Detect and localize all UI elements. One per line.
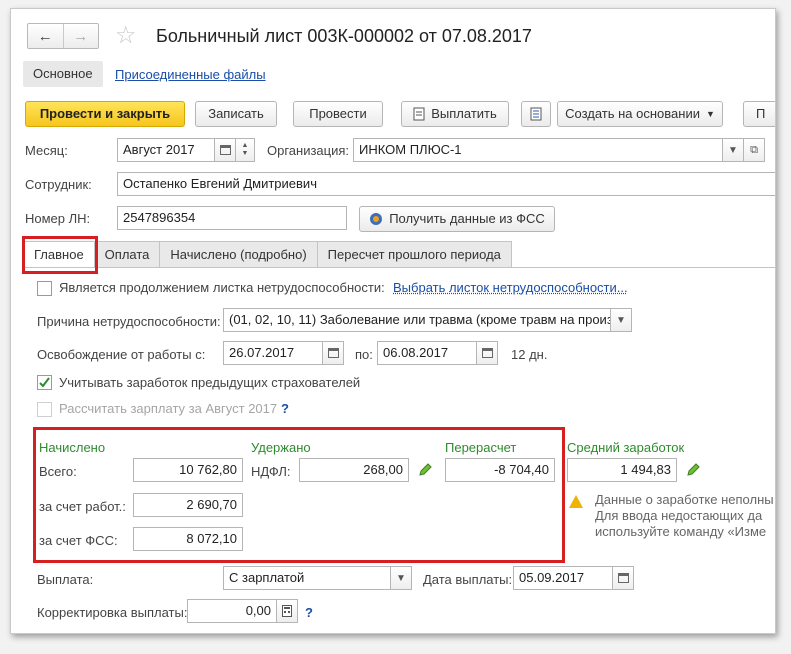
payout-adjust-help-icon[interactable]: ?	[305, 605, 313, 620]
report-button[interactable]	[521, 101, 551, 127]
fss-logo-icon	[370, 213, 383, 225]
employee-field[interactable]: Остапенко Евгений Дмитриевич	[117, 172, 775, 196]
earnings-warning: Данные о заработке неполны Для ввода нед…	[595, 492, 774, 540]
reason-label: Причина нетрудоспособности:	[37, 314, 221, 329]
release-from-field[interactable]: 26.07.2017	[223, 341, 323, 365]
warning-icon	[569, 495, 583, 508]
warning-line-3: используйте команду «Изме	[595, 524, 767, 539]
payout-date-field[interactable]: 05.09.2017	[513, 566, 613, 590]
post-button[interactable]: Провести	[293, 101, 383, 127]
prev-employers-checkbox[interactable]	[37, 375, 52, 390]
continuation-label: Является продолжением листка нетрудоспос…	[59, 280, 385, 295]
favorite-star-icon[interactable]: ☆	[115, 23, 137, 49]
average-earnings-field[interactable]: 1 494,83	[567, 458, 677, 482]
document-window: ← → ☆ Больничный лист 003К-000002 от 07.…	[10, 8, 776, 634]
tab-payment[interactable]: Оплата	[94, 241, 161, 268]
calendar-icon	[481, 348, 493, 358]
calculator-icon	[282, 605, 292, 617]
tab-main[interactable]: Основное	[23, 61, 103, 87]
sick-leave-number-field[interactable]: 2547896354	[117, 206, 347, 230]
payout-field[interactable]: С зарплатой	[223, 566, 391, 590]
month-field[interactable]: Август 2017	[117, 138, 215, 162]
payout-adjust-calculator-button[interactable]	[276, 599, 298, 623]
payout-label: Выплата:	[37, 572, 94, 587]
warning-line-1: Данные о заработке неполны	[595, 492, 774, 507]
create-based-on-button[interactable]: Создать на основании ▼	[557, 101, 723, 127]
pay-button-label: Выплатить	[431, 106, 497, 121]
get-fss-data-button[interactable]: Получить данные из ФСС	[359, 206, 555, 232]
calendar-icon	[327, 348, 339, 358]
get-fss-data-label: Получить данные из ФСС	[389, 211, 545, 226]
calendar-icon	[617, 573, 629, 583]
average-earnings-header: Средний заработок	[567, 440, 685, 455]
release-to-calendar-button[interactable]	[476, 341, 498, 365]
totals-highlight	[33, 427, 565, 563]
organization-field[interactable]: ИНКОМ ПЛЮС-1	[353, 138, 723, 162]
open-icon: ⧉	[750, 143, 758, 156]
checkmark-icon	[39, 377, 50, 388]
reason-field[interactable]: (01, 02, 10, 11) Заболевание или травма …	[223, 308, 611, 332]
select-sick-leave-link[interactable]: Выбрать листок нетрудоспособности...	[393, 280, 628, 295]
release-to-field[interactable]: 06.08.2017	[377, 341, 477, 365]
release-from-label: Освобождение от работы с:	[37, 347, 206, 362]
forward-button[interactable]: →	[62, 24, 99, 48]
list-report-icon	[530, 107, 542, 121]
create-based-on-label: Создать на основании	[565, 106, 700, 121]
organization-label: Организация:	[267, 143, 350, 158]
printer-doc-icon	[413, 107, 425, 121]
more-button[interactable]: П	[743, 101, 775, 127]
month-label: Месяц:	[25, 143, 68, 158]
month-calendar-button[interactable]	[214, 138, 236, 162]
calc-salary-help-icon[interactable]: ?	[281, 401, 289, 416]
payout-adjust-label: Корректировка выплаты:	[37, 605, 188, 620]
release-to-label: по:	[355, 347, 373, 362]
payout-dropdown-button[interactable]: ▼	[390, 566, 412, 590]
organization-dropdown-button[interactable]: ▼	[722, 138, 744, 162]
dropdown-arrow-icon: ▼	[705, 109, 715, 119]
tab-attached-files[interactable]: Присоединенные файлы	[115, 67, 266, 82]
tab-recalculation[interactable]: Пересчет прошлого периода	[317, 241, 512, 268]
post-and-close-button[interactable]: Провести и закрыть	[25, 101, 185, 127]
warning-line-2: Для ввода недостающих да	[595, 508, 763, 523]
pay-button[interactable]: Выплатить	[401, 101, 509, 127]
continuation-checkbox[interactable]	[37, 281, 52, 296]
payout-date-label: Дата выплаты:	[423, 572, 513, 587]
calc-salary-label: Рассчитать зарплату за Август 2017	[59, 401, 278, 416]
tab-accrued-detailed[interactable]: Начислено (подробно)	[160, 241, 318, 268]
back-button[interactable]: ←	[28, 24, 63, 48]
calc-salary-checkbox[interactable]	[37, 402, 52, 417]
save-button[interactable]: Записать	[195, 101, 277, 127]
days-count: 12 дн.	[511, 347, 548, 362]
nav-buttons: ← →	[27, 23, 99, 49]
calendar-icon	[219, 145, 231, 155]
organization-open-button[interactable]: ⧉	[743, 138, 765, 162]
payout-date-calendar-button[interactable]	[612, 566, 634, 590]
release-from-calendar-button[interactable]	[322, 341, 344, 365]
reason-dropdown-button[interactable]: ▼	[610, 308, 632, 332]
edit-average-pencil-icon[interactable]	[685, 462, 701, 478]
page-title: Больничный лист 003К-000002 от 07.08.201…	[156, 26, 532, 46]
payout-adjust-field[interactable]: 0,00	[187, 599, 277, 623]
employee-label: Сотрудник:	[25, 177, 92, 192]
tabs-divider	[23, 267, 775, 268]
month-stepper[interactable]: ▲ ▼	[235, 138, 255, 162]
prev-employers-label: Учитывать заработок предыдущих страховат…	[59, 375, 361, 390]
general-tab-highlight	[22, 236, 98, 274]
sick-leave-number-label: Номер ЛН:	[25, 211, 91, 226]
